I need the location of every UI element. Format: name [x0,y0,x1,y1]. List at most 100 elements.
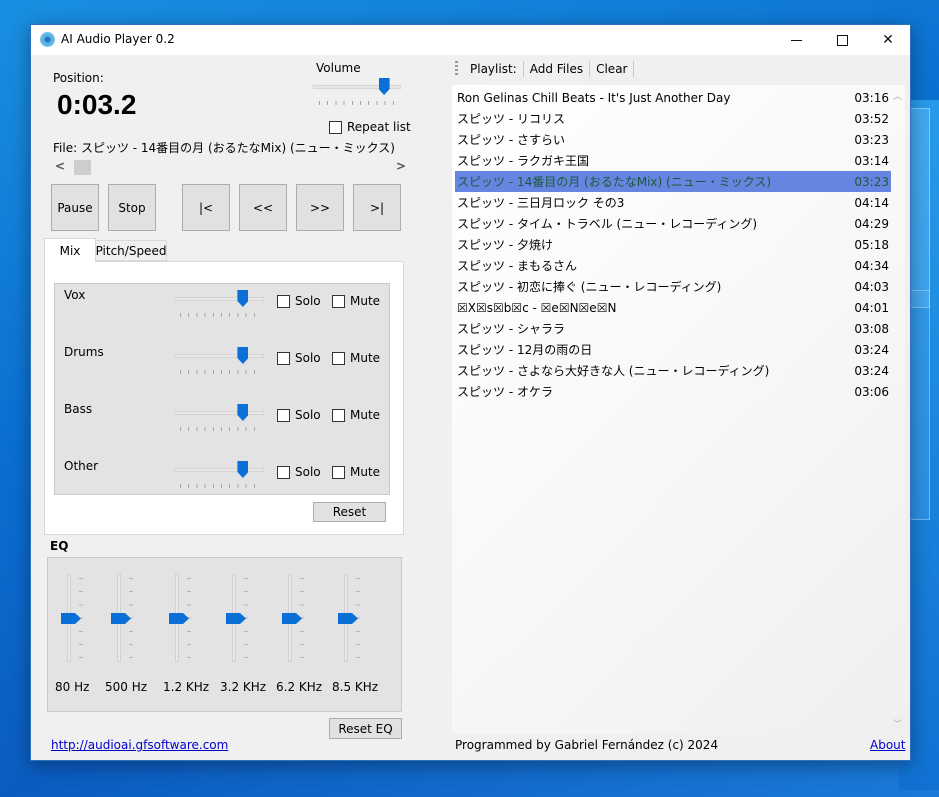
seek-right-arrow-icon[interactable]: > [396,159,406,173]
seek-scrollbar-thumb[interactable] [74,160,92,175]
track-title: スピッツ - オケラ [457,385,553,399]
playlist-item[interactable]: ☒X☒s☒b☒c - ☒e☒N☒e☒N 04:01 [455,297,891,318]
slider-ticks [180,484,258,488]
reset-eq-button[interactable]: Reset EQ [329,718,402,739]
eq-group: 80 Hz 500 Hz 1.2 KHz 3.2 KHz 6.2 KHz 8.5… [47,557,402,712]
position-value: 0:03.2 [57,89,137,120]
last-track-button[interactable]: >| [353,184,401,231]
minimize-button[interactable] [773,25,819,55]
mix-channel-slider[interactable] [174,346,264,374]
track-title: スピッツ - 三日月ロック その3 [457,196,625,210]
mix-channel-slider[interactable] [174,403,264,431]
mix-channel-slider[interactable] [174,289,264,317]
eq-band-slider[interactable] [328,574,368,664]
mute-checkbox[interactable] [332,409,345,422]
clear-button[interactable]: Clear [590,62,633,76]
playlist-item[interactable]: スピッツ - タイム・トラベル (ニュー・レコーディング) 04:29 [455,213,891,234]
playlist-scrollbar[interactable]: ︿ ﹀ [891,85,905,734]
slider-ticks [180,427,258,431]
mute-checkbox[interactable] [332,466,345,479]
close-button[interactable]: ✕ [865,25,911,55]
track-duration: 03:24 [854,363,889,378]
slider-ticks [180,370,258,374]
credit-text: Programmed by Gabriel Fernández (c) 2024 [455,738,719,752]
slider-thumb[interactable] [169,613,189,624]
track-duration: 04:14 [854,195,889,210]
tab-mix[interactable]: Mix [44,238,96,262]
mute-checkbox[interactable] [332,352,345,365]
track-title: スピッツ - タイム・トラベル (ニュー・レコーディング) [457,217,758,231]
tab-pitch-speed[interactable]: Pitch/Speed [95,240,167,261]
stop-button[interactable]: Stop [108,184,156,231]
eq-band-slider[interactable] [101,574,141,664]
playlist-item[interactable]: スピッツ - リコリス 03:52 [455,108,891,129]
slider-thumb[interactable] [338,613,358,624]
solo-checkbox[interactable] [277,295,290,308]
toolbar-grip-icon[interactable] [455,61,458,77]
mix-channel-slider[interactable] [174,460,264,488]
seek-scrollbar[interactable]: < > [53,158,408,176]
volume-slider-ticks [319,101,395,105]
playlist-item[interactable]: スピッツ - ラクガキ王国 03:14 [455,150,891,171]
playlist-item[interactable]: スピッツ - シャララ 03:08 [455,318,891,339]
playlist-list[interactable]: ︿ ﹀ Ron Gelinas Chill Beats - It's Just … [452,85,905,734]
track-duration: 05:18 [854,237,889,252]
maximize-button[interactable] [819,25,865,55]
track-title: スピッツ - 初恋に捧ぐ (ニュー・レコーディング) [457,280,722,294]
repeat-list-checkbox[interactable] [329,121,342,134]
playlist-item[interactable]: Ron Gelinas Chill Beats - It's Just Anot… [455,87,891,108]
mute-checkbox[interactable] [332,295,345,308]
solo-checkbox[interactable] [277,466,290,479]
slider-thumb[interactable] [226,613,246,624]
track-title: スピッツ - ラクガキ王国 [457,154,589,168]
playlist-item[interactable]: スピッツ - 12月の雨の日 03:24 [455,339,891,360]
playlist-item[interactable]: スピッツ - さよなら大好きな人 (ニュー・レコーディング) 03:24 [455,360,891,381]
playlist-item[interactable]: スピッツ - さすらい 03:23 [455,129,891,150]
track-title: スピッツ - リコリス [457,112,565,126]
track-title: スピッツ - 夕焼け [457,238,553,252]
slider-thumb[interactable] [111,613,131,624]
playlist-item[interactable]: スピッツ - まもるさん 04:34 [455,255,891,276]
solo-checkbox[interactable] [277,409,290,422]
seek-left-arrow-icon[interactable]: < [55,159,65,173]
track-duration: 03:23 [854,174,889,189]
playlist-item[interactable]: スピッツ - オケラ 03:06 [455,381,891,402]
eq-band-label: 500 Hz [105,680,148,694]
rewind-button[interactable]: << [239,184,287,231]
pause-button[interactable]: Pause [51,184,99,231]
track-title: スピッツ - 14番目の月 (おるたなMix) (ニュー・ミックス) [457,175,772,189]
add-files-button[interactable]: Add Files [524,62,589,76]
volume-slider-thumb[interactable] [378,78,390,95]
first-track-button[interactable]: |< [182,184,230,231]
slider-thumb[interactable] [61,613,81,624]
minimize-icon [790,39,802,41]
volume-slider[interactable] [313,77,401,105]
slider-thumb[interactable] [237,290,249,307]
eq-band-slider[interactable] [272,574,312,664]
eq-band-slider[interactable] [159,574,199,664]
solo-checkbox[interactable] [277,352,290,365]
eq-band-slider[interactable] [216,574,256,664]
slider-thumb[interactable] [237,347,249,364]
slider-thumb[interactable] [282,613,302,624]
playlist-item[interactable]: スピッツ - 初恋に捧ぐ (ニュー・レコーディング) 04:03 [455,276,891,297]
slider-thumb[interactable] [237,461,249,478]
playlist-item[interactable]: スピッツ - 夕焼け 05:18 [455,234,891,255]
track-duration: 04:34 [854,258,889,273]
eq-band-slider[interactable] [51,574,91,664]
track-duration: 03:16 [854,90,889,105]
slider-thumb[interactable] [237,404,249,421]
mix-channel-label: Drums [64,345,104,359]
playlist-item[interactable]: スピッツ - 三日月ロック その3 04:14 [455,192,891,213]
toolbar-separator [633,61,635,77]
mix-reset-button[interactable]: Reset [313,502,386,522]
scroll-down-arrow-icon[interactable]: ﹀ [893,717,902,730]
playlist-item[interactable]: スピッツ - 14番目の月 (おるたなMix) (ニュー・ミックス) 03:23 [455,171,891,192]
fast-forward-button[interactable]: >> [296,184,344,231]
scroll-up-arrow-icon[interactable]: ︿ [893,89,902,102]
slider-track [174,354,264,358]
website-link[interactable]: http://audioai.gfsoftware.com [51,738,228,752]
mix-channel-label: Bass [64,402,93,416]
track-duration: 03:23 [854,132,889,147]
about-link[interactable]: About [870,738,905,752]
